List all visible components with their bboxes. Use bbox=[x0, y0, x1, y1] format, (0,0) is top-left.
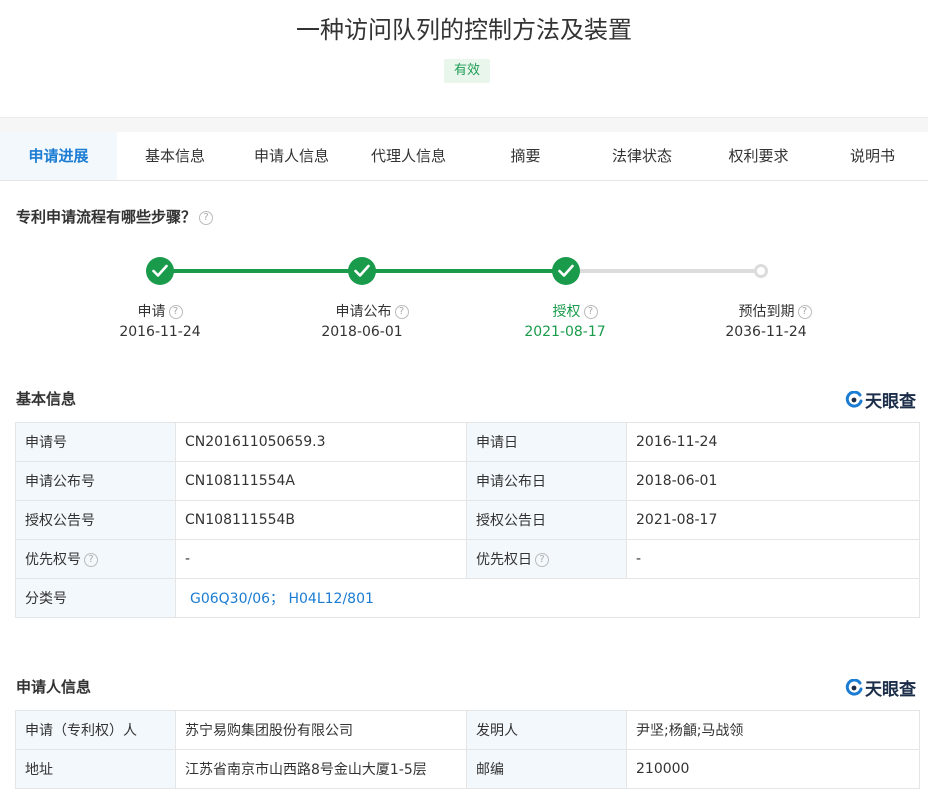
step-label: 申请? bbox=[80, 301, 240, 321]
tab-applicant-info[interactable]: 申请人信息 bbox=[233, 132, 350, 180]
table-row: 申请公布号 CN108111554A 申请公布日 2018-06-01 bbox=[15, 461, 920, 501]
applicant-info-table: 申请（专利权）人 苏宁易购集团股份有限公司 发明人 尹坚;杨龥;马战领 地址 江… bbox=[15, 710, 920, 789]
classification-separator: ； bbox=[270, 591, 285, 607]
brand-logo[interactable]: 天眼查 bbox=[845, 675, 916, 700]
field-value: CN108111554A bbox=[175, 461, 467, 501]
status-badge: 有效 bbox=[444, 59, 490, 83]
field-label: 申请公布号 bbox=[15, 461, 176, 501]
step-label: 预估到期? bbox=[695, 301, 855, 321]
brand-name: 天眼查 bbox=[865, 680, 916, 700]
step-check-icon bbox=[552, 257, 580, 285]
basic-info-title: 基本信息 bbox=[16, 390, 77, 408]
field-label: 优先权日? bbox=[466, 539, 627, 579]
tab-legal-status[interactable]: 法律状态 bbox=[584, 132, 700, 180]
field-value: 尹坚;杨龥;马战领 bbox=[626, 710, 920, 750]
table-row: 分类号 G06Q30/06； H04L12/801 bbox=[15, 578, 920, 618]
field-value: - bbox=[626, 539, 920, 579]
field-label: 申请日 bbox=[466, 422, 627, 462]
classification-link[interactable]: H04L12/801 bbox=[288, 591, 373, 607]
classification-link[interactable]: G06Q30/06 bbox=[190, 591, 270, 607]
field-value: CN108111554B bbox=[175, 500, 467, 540]
classification-codes: G06Q30/06； H04L12/801 bbox=[175, 578, 920, 618]
field-label: 申请公布日 bbox=[466, 461, 627, 501]
help-icon[interactable]: ? bbox=[583, 305, 598, 319]
field-value: 2016-11-24 bbox=[626, 422, 920, 462]
brand-logo[interactable]: 天眼查 bbox=[845, 387, 916, 412]
table-row: 优先权号? - 优先权日? - bbox=[15, 539, 920, 579]
tab-basic-info[interactable]: 基本信息 bbox=[117, 132, 233, 180]
step-date: 2036-11-24 bbox=[725, 324, 807, 340]
tab-bar: 申请进展 基本信息 申请人信息 代理人信息 摘要 法律状态 权利要求 说明书 bbox=[0, 132, 928, 181]
field-value: - bbox=[175, 539, 467, 579]
step-date: 2021-08-17 bbox=[524, 324, 606, 340]
field-label: 申请（专利权）人 bbox=[15, 710, 176, 750]
section-divider bbox=[0, 117, 928, 132]
help-icon[interactable]: ? bbox=[797, 305, 812, 319]
field-label: 邮编 bbox=[466, 749, 627, 789]
field-label: 申请号 bbox=[15, 422, 176, 462]
brand-name: 天眼查 bbox=[865, 392, 916, 412]
timeline-pending-line bbox=[564, 269, 760, 273]
field-value: CN201611050659.3 bbox=[175, 422, 467, 462]
step-pending-dot-icon bbox=[754, 264, 768, 278]
table-row: 申请号 CN201611050659.3 申请日 2016-11-24 bbox=[15, 422, 920, 462]
tab-claims[interactable]: 权利要求 bbox=[700, 132, 817, 180]
tab-progress[interactable]: 申请进展 bbox=[0, 132, 117, 180]
tab-agent-info[interactable]: 代理人信息 bbox=[350, 132, 467, 180]
tianyancha-logo-icon bbox=[845, 678, 863, 697]
patent-header: 一种访问队列的控制方法及装置 有效 bbox=[0, 0, 928, 118]
applicant-info-title: 申请人信息 bbox=[16, 678, 92, 696]
field-label: 分类号 bbox=[15, 578, 176, 618]
field-value: 江苏省南京市山西路8号金山大厦1-5层 bbox=[175, 749, 467, 789]
progress-title-text: 专利申请流程有哪些步骤？ bbox=[16, 208, 197, 226]
step-date: 2016-11-24 bbox=[119, 324, 201, 340]
page-title: 一种访问队列的控制方法及装置 bbox=[296, 16, 632, 44]
help-icon[interactable]: ? bbox=[394, 305, 409, 319]
applicant-link[interactable]: 苏宁易购集团股份有限公司 bbox=[175, 710, 467, 750]
help-icon[interactable]: ? bbox=[199, 210, 214, 225]
field-value: 2021-08-17 bbox=[626, 500, 920, 540]
basic-info-table: 申请号 CN201611050659.3 申请日 2016-11-24 申请公布… bbox=[15, 422, 920, 618]
field-label: 优先权号? bbox=[15, 539, 176, 579]
tianyancha-logo-icon bbox=[845, 390, 863, 409]
progress-section-title: 专利申请流程有哪些步骤？? bbox=[16, 206, 214, 227]
table-row: 申请（专利权）人 苏宁易购集团股份有限公司 发明人 尹坚;杨龥;马战领 bbox=[15, 710, 920, 750]
field-label: 授权公告日 bbox=[466, 500, 627, 540]
help-icon[interactable]: ? bbox=[84, 553, 98, 567]
step-date: 2018-06-01 bbox=[321, 324, 403, 340]
help-icon[interactable]: ? bbox=[168, 305, 183, 319]
tab-abstract[interactable]: 摘要 bbox=[467, 132, 584, 180]
field-label: 授权公告号 bbox=[15, 500, 176, 540]
step-check-icon bbox=[348, 257, 376, 285]
table-row: 授权公告号 CN108111554B 授权公告日 2021-08-17 bbox=[15, 500, 920, 540]
step-label: 申请公布? bbox=[292, 301, 452, 321]
field-label: 地址 bbox=[15, 749, 176, 789]
step-check-icon bbox=[146, 257, 174, 285]
field-value: 210000 bbox=[626, 749, 920, 789]
field-label: 发明人 bbox=[466, 710, 627, 750]
field-value: 2018-06-01 bbox=[626, 461, 920, 501]
help-icon[interactable]: ? bbox=[535, 553, 549, 567]
table-row: 地址 江苏省南京市山西路8号金山大厦1-5层 邮编 210000 bbox=[15, 749, 920, 789]
step-label: 授权? bbox=[495, 301, 655, 321]
tab-description[interactable]: 说明书 bbox=[817, 132, 928, 180]
progress-timeline: 申请? 2016-11-24 申请公布? 2018-06-01 授权? 2021… bbox=[0, 250, 928, 350]
